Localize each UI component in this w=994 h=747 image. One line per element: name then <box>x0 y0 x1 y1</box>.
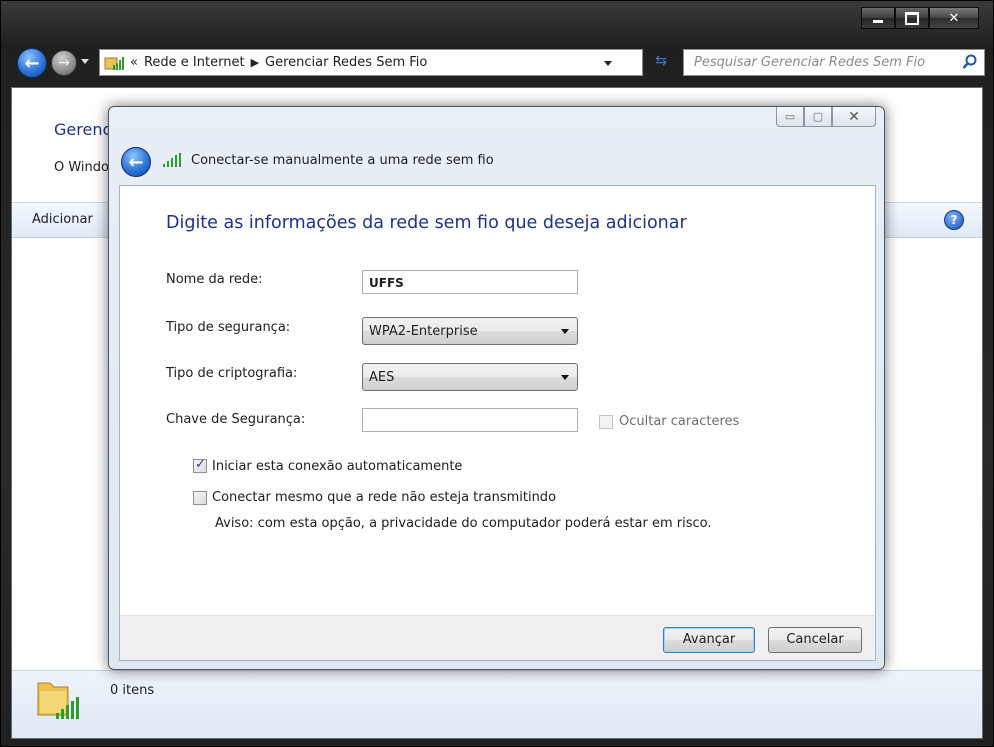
connect-hidden-label: Conectar mesmo que a rede não esteja tra… <box>212 490 557 505</box>
back-arrow-icon: ← <box>128 151 144 173</box>
status-bar: 0 itens <box>12 670 982 738</box>
search-icon[interactable] <box>962 54 978 70</box>
window-controls: ✕ <box>861 7 979 29</box>
security-type-select[interactable]: WPA2-Enterprise <box>362 317 578 345</box>
maximize-button[interactable] <box>895 7 929 29</box>
dialog-minimize-button[interactable]: ▭ <box>776 107 804 127</box>
maximize-icon <box>905 12 919 25</box>
dialog-title: Conectar-se manualmente a uma rede sem f… <box>191 153 494 168</box>
security-type-value: WPA2-Enterprise <box>369 324 478 339</box>
encryption-type-select[interactable]: AES <box>362 363 578 391</box>
help-icon[interactable]: ? <box>944 210 964 230</box>
dialog-back-button[interactable]: ← <box>121 147 151 177</box>
wifi-signal-icon <box>163 153 181 167</box>
encryption-type-label: Tipo de criptografia: <box>166 366 298 381</box>
add-button[interactable]: Adicionar <box>32 212 93 227</box>
forward-arrow-icon: → <box>58 55 70 71</box>
cancel-button[interactable]: Cancelar <box>768 627 862 653</box>
connect-hidden-checkbox[interactable] <box>193 491 207 505</box>
navigation-bar: ← → « Rede e Internet ▶ Gerenciar Redes … <box>11 45 985 81</box>
security-key-input[interactable] <box>362 408 578 432</box>
dialog-maximize-button[interactable]: ▢ <box>804 107 832 127</box>
minimize-icon <box>873 13 883 23</box>
page-description: O Windo <box>54 160 109 175</box>
page-title: Gerenc <box>54 120 112 139</box>
address-bar[interactable]: « Rede e Internet ▶ Gerenciar Redes Sem … <box>99 49 643 76</box>
connect-manually-dialog: ▭ ▢ ✕ ← Conectar-se manualmente a uma re… <box>108 106 885 670</box>
encryption-type-value: AES <box>369 370 395 385</box>
network-name-label: Nome da rede: <box>166 272 263 287</box>
chevron-down-icon <box>561 375 569 380</box>
breadcrumb-root-marker[interactable]: « <box>130 55 138 70</box>
back-button[interactable]: ← <box>17 48 47 78</box>
security-key-label: Chave de Segurança: <box>166 412 306 427</box>
refresh-icon[interactable]: ⇆ <box>651 53 671 73</box>
network-folder-icon <box>104 56 124 70</box>
hide-characters-label: Ocultar caracteres <box>619 414 740 429</box>
status-count: 0 itens <box>110 683 155 698</box>
search-placeholder: Pesquisar Gerenciar Redes Sem Fio <box>694 55 926 70</box>
next-button[interactable]: Avançar <box>663 627 755 653</box>
network-name-input[interactable]: UFFS <box>362 270 578 294</box>
address-dropdown-icon[interactable] <box>604 61 612 66</box>
dialog-body: Digite as informações da rede sem fio qu… <box>119 185 876 615</box>
auto-start-label: Iniciar esta conexão automaticamente <box>212 459 463 474</box>
close-icon: ✕ <box>848 108 860 125</box>
breadcrumb-separator-icon[interactable]: ▶ <box>251 56 259 69</box>
chevron-down-icon <box>561 329 569 334</box>
security-type-label: Tipo de segurança: <box>166 320 291 335</box>
privacy-warning-text: Aviso: com esta opção, a privacidade do … <box>215 516 712 531</box>
breadcrumb-gerenciar-redes[interactable]: Gerenciar Redes Sem Fio <box>265 55 427 70</box>
dialog-close-button[interactable]: ✕ <box>832 107 876 127</box>
breadcrumb-rede-internet[interactable]: Rede e Internet <box>144 55 245 70</box>
dialog-footer: Avançar Cancelar <box>119 615 876 661</box>
minimize-icon: ▭ <box>784 110 796 123</box>
close-icon: ✕ <box>948 10 960 26</box>
close-button[interactable]: ✕ <box>929 7 979 29</box>
search-input[interactable]: Pesquisar Gerenciar Redes Sem Fio <box>683 49 985 76</box>
recent-pages-dropdown[interactable] <box>81 59 89 64</box>
minimize-button[interactable] <box>861 7 895 29</box>
dialog-heading: Digite as informações da rede sem fio qu… <box>166 213 687 233</box>
forward-button[interactable]: → <box>51 50 77 76</box>
hide-characters-checkbox[interactable] <box>599 415 613 429</box>
auto-start-checkbox[interactable] <box>193 457 207 473</box>
back-arrow-icon: ← <box>24 52 40 74</box>
dialog-window-controls: ▭ ▢ ✕ <box>776 107 876 127</box>
dialog-header: ← Conectar-se manualmente a uma rede sem… <box>121 145 821 179</box>
network-folder-icon <box>37 682 79 719</box>
maximize-icon: ▢ <box>812 110 824 123</box>
